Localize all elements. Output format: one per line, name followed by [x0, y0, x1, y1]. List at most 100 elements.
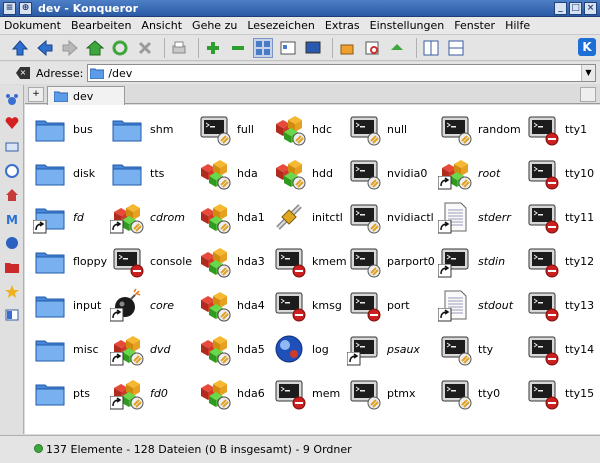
chevron-down-icon[interactable]: ▼	[581, 65, 595, 81]
file-item-tty1[interactable]: tty1	[525, 111, 587, 147]
window-menu-button[interactable]: ≡	[3, 1, 16, 15]
back-arrow-icon[interactable]	[35, 38, 55, 58]
file-item-fd0[interactable]: fd0	[110, 375, 168, 411]
split-vertical-icon[interactable]	[421, 38, 441, 58]
file-item-psaux[interactable]: psaux	[347, 331, 420, 367]
blockdev-icon	[272, 156, 306, 190]
icon-view-icon[interactable]	[253, 37, 273, 58]
file-item-hda4[interactable]: hda4	[197, 287, 265, 323]
file-item-ptmx[interactable]: ptmx	[347, 375, 416, 411]
file-item-tty[interactable]: tty	[438, 331, 493, 367]
file-item-mem[interactable]: mem	[272, 375, 340, 411]
share-icon[interactable]	[387, 38, 407, 58]
clear-address-icon[interactable]: ×	[16, 67, 30, 79]
file-item-misc[interactable]: misc	[33, 331, 99, 367]
menu-gehe-zu[interactable]: Gehe zu	[192, 19, 237, 32]
file-name: shm	[150, 122, 174, 136]
new-tab-button[interactable]: +	[28, 87, 44, 102]
file-item-random[interactable]: random	[438, 111, 521, 147]
file-item-null[interactable]: null	[347, 111, 407, 147]
address-label: Adresse:	[36, 66, 84, 80]
file-item-hdd[interactable]: hdd	[272, 155, 333, 191]
file-item-tty15[interactable]: tty15	[525, 375, 594, 411]
file-item-pts[interactable]: pts	[33, 375, 90, 411]
root-folder-icon[interactable]	[4, 259, 20, 275]
print-icon[interactable]	[169, 38, 189, 58]
menu-extras[interactable]: Extras	[325, 19, 360, 32]
file-item-disk[interactable]: disk	[33, 155, 95, 191]
list-view-icon[interactable]	[278, 38, 298, 58]
menu-fenster[interactable]: Fenster	[454, 19, 495, 32]
home-icon[interactable]	[85, 38, 105, 58]
file-item-tty10[interactable]: tty10	[525, 155, 594, 191]
file-item-tty11[interactable]: tty11	[525, 199, 594, 235]
maximize-button[interactable]: □	[569, 1, 582, 15]
file-item-port[interactable]: port	[347, 287, 410, 323]
file-item-fd[interactable]: fd	[33, 199, 84, 235]
file-item-full[interactable]: full	[197, 111, 254, 147]
file-item-nvidia0[interactable]: nvidia0	[347, 155, 427, 191]
media-icon[interactable]: M	[4, 211, 20, 227]
open-terminal-icon[interactable]	[337, 38, 357, 58]
file-item-kmsg[interactable]: kmsg	[272, 287, 342, 323]
minimize-button[interactable]: _	[554, 1, 567, 15]
file-item-tty13[interactable]: tty13	[525, 287, 594, 323]
menu-hilfe[interactable]: Hilfe	[505, 19, 530, 32]
file-item-initctl[interactable]: initctl	[272, 199, 343, 235]
file-item-core[interactable]: core	[110, 287, 174, 323]
file-item-hda6[interactable]: hda6	[197, 375, 265, 411]
terminal-forbidden-icon	[525, 156, 559, 190]
heart-bookmark-icon[interactable]	[4, 115, 20, 131]
file-item-tts[interactable]: tts	[110, 155, 164, 191]
split-horizontal-icon[interactable]	[446, 38, 466, 58]
menu-einstellungen[interactable]: Einstellungen	[370, 19, 445, 32]
file-item-root[interactable]: root	[438, 155, 500, 191]
file-item-hda1[interactable]: hda1	[197, 199, 265, 235]
address-input[interactable]: /dev ▼	[87, 64, 596, 82]
file-item-tty0[interactable]: tty0	[438, 375, 500, 411]
file-item-stderr[interactable]: stderr	[438, 199, 511, 235]
zoom-in-icon[interactable]	[203, 38, 223, 58]
stop-icon[interactable]	[135, 38, 155, 58]
forward-arrow-icon[interactable]	[60, 38, 80, 58]
file-item-nvidiactl[interactable]: nvidiactl	[347, 199, 434, 235]
file-item-bus[interactable]: bus	[33, 111, 93, 147]
reload-icon[interactable]	[110, 38, 130, 58]
file-item-hdc[interactable]: hdc	[272, 111, 332, 147]
file-item-input[interactable]: input	[33, 287, 101, 323]
home-folder-icon[interactable]	[4, 187, 20, 203]
close-tab-button[interactable]	[580, 87, 596, 102]
find-files-icon[interactable]	[362, 38, 382, 58]
zoom-out-icon[interactable]	[228, 38, 248, 58]
preview-icon[interactable]	[303, 38, 323, 58]
file-item-console[interactable]: console	[110, 243, 192, 279]
file-item-floppy[interactable]: floppy	[33, 243, 107, 279]
history-icon[interactable]	[4, 163, 20, 179]
devices-icon[interactable]	[4, 139, 20, 155]
file-item-shm[interactable]: shm	[110, 111, 173, 147]
file-item-hda5[interactable]: hda5	[197, 331, 265, 367]
sticky-button[interactable]: ⊕	[19, 1, 32, 15]
file-item-tty12[interactable]: tty12	[525, 243, 594, 279]
services-icon[interactable]	[4, 307, 20, 323]
file-item-log[interactable]: log	[272, 331, 329, 367]
tab-dev[interactable]: dev	[47, 86, 125, 105]
file-item-tty14[interactable]: tty14	[525, 331, 594, 367]
file-item-parport0[interactable]: parport0	[347, 243, 435, 279]
network-icon[interactable]	[4, 235, 20, 251]
menu-dokument[interactable]: Dokument	[4, 19, 61, 32]
menu-lesezeichen[interactable]: Lesezeichen	[247, 19, 315, 32]
file-item-hda3[interactable]: hda3	[197, 243, 265, 279]
close-button[interactable]: ×	[584, 1, 597, 15]
menu-bearbeiten[interactable]: Bearbeiten	[71, 19, 131, 32]
file-item-hda[interactable]: hda	[197, 155, 258, 191]
file-item-kmem[interactable]: kmem	[272, 243, 347, 279]
file-item-cdrom[interactable]: cdrom	[110, 199, 185, 235]
up-arrow-icon[interactable]	[10, 38, 30, 58]
paw-icon[interactable]	[4, 91, 20, 107]
file-item-stdin[interactable]: stdin	[438, 243, 505, 279]
star-icon[interactable]	[4, 283, 20, 299]
menu-ansicht[interactable]: Ansicht	[141, 19, 182, 32]
file-item-dvd[interactable]: dvd	[110, 331, 170, 367]
file-item-stdout[interactable]: stdout	[438, 287, 513, 323]
